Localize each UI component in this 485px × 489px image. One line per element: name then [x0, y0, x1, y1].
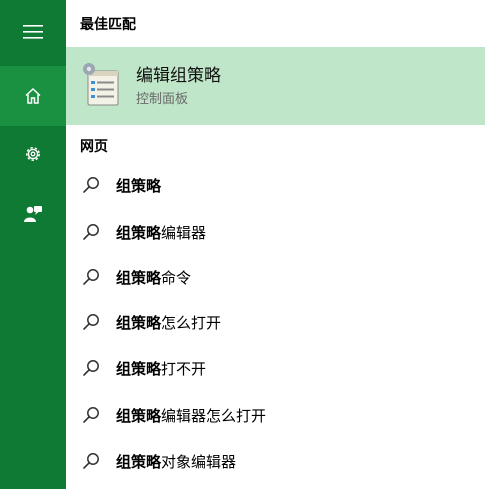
search-icon: [83, 224, 99, 240]
suggestion-text: 组策略: [116, 175, 161, 196]
search-icon: [83, 407, 99, 423]
web-suggestion-item[interactable]: 组策略命令: [66, 255, 485, 299]
gear-icon: [26, 147, 40, 161]
suggestion-text: 组策略编辑器怎么打开: [116, 405, 266, 426]
home-icon: [25, 87, 41, 104]
suggestion-match: 组策略: [116, 313, 162, 332]
web-suggestion-item[interactable]: 组策略对象编辑器: [66, 439, 485, 483]
suggestion-match: 组策略: [116, 359, 162, 378]
suggestion-text: 组策略打不开: [116, 358, 206, 379]
suggestion-match: 组策略: [116, 223, 162, 242]
suggestion-text: 组策略怎么打开: [116, 312, 221, 333]
app-subtitle: 控制面板: [136, 92, 189, 107]
feedback-button[interactable]: [0, 188, 66, 240]
hamburger-icon: [23, 25, 43, 39]
suggestion-match: 组策略: [116, 268, 162, 287]
search-icon: [83, 360, 99, 376]
suggestion-rest: 对象编辑器: [161, 452, 237, 471]
web-suggestion-item[interactable]: 组策略打不开: [66, 346, 485, 390]
home-button[interactable]: [0, 66, 66, 126]
suggestion-rest: 编辑器怎么打开: [161, 406, 267, 425]
suggestion-rest: 打不开: [161, 359, 207, 378]
web-header: 网页: [80, 139, 108, 155]
suggestion-rest: 怎么打开: [161, 313, 222, 332]
web-suggestion-item[interactable]: 组策略怎么打开: [66, 300, 485, 344]
suggestion-text: 组策略对象编辑器: [116, 451, 236, 472]
suggestion-text: 组策略命令: [116, 267, 191, 288]
suggestion-match: 组策略: [116, 452, 162, 471]
search-icon: [83, 177, 99, 193]
search-icon: [83, 314, 99, 330]
web-suggestion-item[interactable]: 组策略编辑器怎么打开: [66, 393, 485, 437]
search-icon: [83, 269, 99, 285]
feedback-icon: [24, 206, 42, 222]
search-results-panel: 最佳匹配 编辑组策略 控制面板 网页 组策略 组策略编辑器 组策略命令 组策略怎么打开…: [66, 0, 485, 489]
best-match-result[interactable]: 编辑组策略 控制面板: [66, 47, 485, 125]
best-match-header: 最佳匹配: [80, 17, 136, 33]
group-policy-icon: [80, 59, 124, 109]
suggestion-match: 组策略: [116, 176, 162, 195]
suggestion-match: 组策略: [116, 406, 162, 425]
suggestion-rest: 命令: [161, 268, 192, 287]
left-sidebar: [0, 0, 66, 489]
settings-button[interactable]: [0, 128, 66, 180]
web-suggestion-item[interactable]: 组策略: [66, 163, 485, 207]
menu-button[interactable]: [0, 6, 66, 58]
suggestion-text: 组策略编辑器: [116, 222, 206, 243]
app-title: 编辑组策略: [136, 66, 221, 86]
search-icon: [83, 453, 99, 469]
suggestion-rest: 编辑器: [161, 223, 207, 242]
web-suggestion-item[interactable]: 组策略编辑器: [66, 210, 485, 254]
